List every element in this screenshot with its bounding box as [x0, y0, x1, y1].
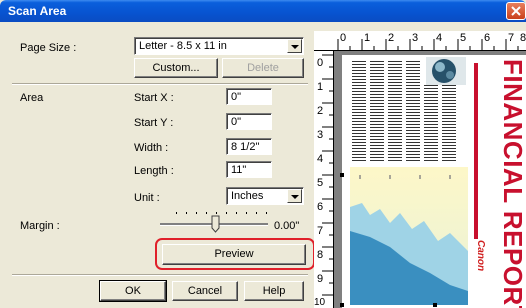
preview-area[interactable]: 0 1 2 3 4 5 6 7 8 0 1 2 3 4 5 6 7 8 9 10… [314, 31, 526, 308]
delete-button[interactable]: Delete [222, 58, 304, 78]
ruler-label: 7 [317, 225, 324, 237]
ruler-label: 3 [412, 32, 419, 44]
document-title: FINANCIAL REPORT [498, 59, 526, 308]
start-x-field[interactable]: 0" [226, 88, 272, 105]
logo: Canon [475, 240, 486, 272]
ruler-label: 4 [317, 153, 324, 165]
margin-slider[interactable] [160, 206, 270, 236]
ruler-label: 2 [388, 32, 395, 44]
scanned-page-preview: FINANCIAL REPORT Canon [342, 55, 526, 308]
ruler-label: 1 [317, 81, 324, 93]
ruler-label: 9 [317, 273, 324, 285]
ruler-label: 1 [364, 32, 371, 44]
ruler-left: 0 1 2 3 4 5 6 7 8 9 10 [314, 51, 334, 308]
ruler-label: 0 [317, 57, 324, 69]
unit-value: Inches [231, 190, 264, 202]
close-icon [511, 6, 521, 16]
ruler-label: 5 [317, 177, 324, 189]
text-column [352, 61, 366, 161]
ruler-top: 0 1 2 3 4 5 6 7 8 [314, 31, 526, 51]
title-bar: Scan Area [0, 0, 526, 22]
width-label: Width : [134, 142, 169, 154]
close-button[interactable] [506, 2, 526, 20]
ruler-label: 7 [508, 32, 515, 44]
window-title: Scan Area [8, 4, 67, 18]
text-column [388, 61, 402, 161]
start-x-value: 0" [231, 91, 242, 103]
chevron-down-icon[interactable] [287, 189, 302, 203]
help-button[interactable]: Help [244, 281, 304, 301]
ruler-label: 5 [460, 32, 467, 44]
start-x-label: Start X : [134, 92, 174, 104]
ruler-label: 4 [436, 32, 443, 44]
page-size-label: Page Size : [20, 42, 77, 54]
crop-handle-left[interactable] [340, 173, 344, 177]
unit-label: Unit : [134, 192, 160, 204]
area-label: Area [20, 92, 44, 104]
start-y-label: Start Y : [134, 117, 174, 129]
chart-graphic [350, 167, 468, 305]
length-field[interactable]: 11" [226, 161, 272, 178]
page-size-select[interactable]: Letter - 8.5 x 11 in [134, 37, 304, 55]
unit-select[interactable]: Inches [226, 187, 304, 205]
text-column [370, 61, 384, 161]
divider [12, 274, 308, 276]
ruler-label: 0 [340, 32, 347, 44]
text-column [424, 85, 438, 161]
ruler-label: 8 [520, 32, 526, 44]
width-field[interactable]: 8 1/2" [226, 138, 272, 155]
ok-button[interactable]: OK [99, 280, 167, 302]
ruler-label: 10 [314, 297, 326, 308]
photo-image [426, 57, 466, 85]
accent-bar [474, 63, 478, 239]
width-value: 8 1/2" [231, 141, 260, 153]
ruler-label: 8 [317, 249, 324, 261]
ruler-label: 6 [317, 201, 324, 213]
crop-handle-bottom-left[interactable] [340, 303, 344, 307]
cancel-button[interactable]: Cancel [172, 281, 238, 301]
text-column [406, 61, 420, 161]
ruler-label: 6 [484, 32, 491, 44]
crop-handle-bottom[interactable] [433, 303, 437, 307]
preview-button-label: Preview [214, 248, 254, 260]
ruler-label: 3 [317, 129, 324, 141]
length-value: 11" [231, 164, 247, 176]
ruler-label: 2 [317, 105, 324, 117]
scan-area-dialog: Scan Area Page Size : Letter - 8.5 x 11 … [0, 0, 526, 308]
start-y-field[interactable]: 0" [226, 113, 272, 130]
start-y-value: 0" [231, 116, 242, 128]
page-size-value: Letter - 8.5 x 11 in [139, 40, 227, 52]
length-label: Length : [134, 165, 174, 177]
custom-button[interactable]: Custom... [134, 58, 218, 78]
margin-label: Margin : [20, 220, 60, 232]
text-column [442, 85, 456, 161]
chevron-down-icon[interactable] [287, 39, 302, 53]
preview-button[interactable]: Preview [162, 244, 306, 265]
divider [12, 83, 308, 85]
margin-value: 0.00" [274, 220, 300, 232]
